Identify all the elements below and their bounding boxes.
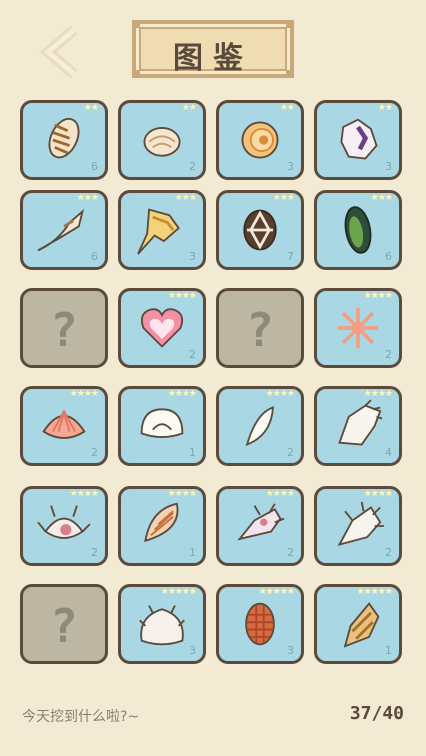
collection-card[interactable]: ★★★★ 2	[216, 486, 304, 566]
collection-card[interactable]: ★★★★ 2	[118, 288, 206, 368]
collection-card[interactable]: ★★★★★ 3	[216, 584, 304, 664]
rarity-stars: ★★★	[76, 193, 99, 203]
collection-progress: 37/40	[349, 703, 404, 724]
rarity-stars: ★★	[279, 103, 295, 113]
rarity-stars: ★★★★	[265, 389, 295, 399]
rarity-stars: ★★★★	[265, 489, 295, 499]
rarity-stars: ★★★★★	[356, 587, 393, 597]
footer-message: 今天挖到什么啦?~	[22, 709, 140, 725]
collection-card[interactable]: ★★★★ 1	[118, 486, 206, 566]
item-count: 6	[385, 250, 392, 263]
item-count: 1	[189, 446, 196, 459]
question-mark-icon: ?	[50, 303, 78, 357]
collection-card-locked[interactable]: ?	[20, 288, 108, 368]
rarity-stars: ★★★★	[167, 389, 197, 399]
rarity-stars: ★★	[181, 103, 197, 113]
rarity-stars: ★★★	[370, 193, 393, 203]
item-count: 4	[385, 446, 392, 459]
item-count: 3	[189, 250, 196, 263]
rarity-stars: ★★★★	[167, 489, 197, 499]
item-count: 3	[385, 160, 392, 173]
item-count: 3	[287, 644, 294, 657]
collection-card-locked[interactable]: ?	[216, 288, 304, 368]
collection-card[interactable]: ★★★★ 2	[314, 288, 402, 368]
collection-card[interactable]: ★★★★ 2	[314, 486, 402, 566]
item-count: 2	[287, 446, 294, 459]
rarity-stars: ★★★★	[363, 389, 393, 399]
collection-card[interactable]: ★★ 3	[216, 100, 304, 180]
collection-card[interactable]: ★★★★ 2	[216, 386, 304, 466]
rarity-stars: ★★★★★	[258, 587, 295, 597]
item-count: 6	[91, 250, 98, 263]
item-count: 7	[287, 250, 294, 263]
rarity-stars: ★★	[377, 103, 393, 113]
item-count: 1	[189, 546, 196, 559]
rarity-stars: ★★★	[174, 193, 197, 203]
rarity-stars: ★★★★	[69, 489, 99, 499]
collection-card[interactable]: ★★★★★ 1	[314, 584, 402, 664]
rarity-stars: ★★	[83, 103, 99, 113]
question-mark-icon: ?	[246, 303, 274, 357]
rarity-stars: ★★★★	[69, 389, 99, 399]
collection-card[interactable]: ★★★★ 4	[314, 386, 402, 466]
rarity-stars: ★★★★	[363, 291, 393, 301]
rarity-stars: ★★★★	[363, 489, 393, 499]
item-count: 3	[287, 160, 294, 173]
rarity-stars: ★★★	[272, 193, 295, 203]
collection-card[interactable]: ★★★★ 1	[118, 386, 206, 466]
item-count: 2	[287, 546, 294, 559]
collection-card[interactable]: ★★ 3	[314, 100, 402, 180]
collection-card[interactable]: ★★★ 6	[20, 190, 108, 270]
collection-card-locked[interactable]: ?	[20, 584, 108, 664]
item-count: 1	[385, 644, 392, 657]
item-count: 2	[91, 546, 98, 559]
collection-grid: ★★ 6 ★★ 2 ★★ 3 ★★ 3 ★★★ 6 ★★★ 3 ★★★ 7 ★★★ 6? ★★★★ 2? ★★★★ 2…	[0, 0, 426, 700]
item-count: 2	[189, 348, 196, 361]
collection-card[interactable]: ★★★ 6	[314, 190, 402, 270]
collection-card[interactable]: ★★★ 7	[216, 190, 304, 270]
item-count: 3	[189, 644, 196, 657]
item-count: 2	[385, 348, 392, 361]
item-count: 2	[385, 546, 392, 559]
item-count: 2	[189, 160, 196, 173]
collection-card[interactable]: ★★ 6	[20, 100, 108, 180]
collection-card[interactable]: ★★★★ 2	[20, 386, 108, 466]
collection-card[interactable]: ★★ 2	[118, 100, 206, 180]
rarity-stars: ★★★★	[167, 291, 197, 301]
question-mark-icon: ?	[50, 599, 78, 653]
item-count: 2	[91, 446, 98, 459]
collection-card[interactable]: ★★★★★ 3	[118, 584, 206, 664]
rarity-stars: ★★★★★	[160, 587, 197, 597]
collection-card[interactable]: ★★★ 3	[118, 190, 206, 270]
item-count: 6	[91, 160, 98, 173]
collection-card[interactable]: ★★★★ 2	[20, 486, 108, 566]
